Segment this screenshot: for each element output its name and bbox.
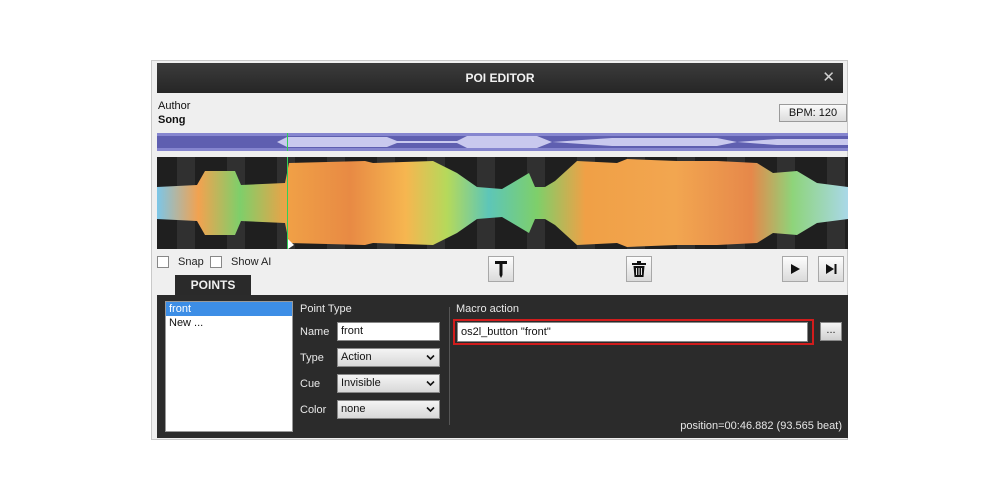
skip-forward-icon [826, 264, 837, 274]
type-select[interactable]: Action [337, 348, 440, 367]
song-title: Song [158, 114, 186, 126]
snap-label: Snap [178, 256, 204, 268]
close-icon[interactable]: ✕ [822, 68, 835, 86]
add-marker-button[interactable] [488, 256, 514, 282]
chevron-down-icon [426, 380, 435, 387]
macro-action-field[interactable]: os2l_button "front" [457, 322, 808, 342]
position-readout: position=00:46.882 (93.565 beat) [680, 420, 842, 432]
list-item[interactable]: New ... [166, 316, 292, 330]
color-select-value: none [341, 403, 366, 415]
cue-select-value: Invisible [341, 377, 381, 389]
cue-select[interactable]: Invisible [337, 374, 440, 393]
list-item[interactable]: front [166, 302, 292, 316]
macro-action-label: Macro action [456, 303, 519, 315]
name-label: Name [300, 326, 330, 338]
color-select[interactable]: none [337, 400, 440, 419]
show-ai-label: Show AI [231, 256, 272, 268]
tab-points[interactable]: POINTS [175, 275, 251, 295]
snap-checkbox[interactable] [157, 256, 169, 268]
show-ai-checkbox[interactable] [210, 256, 222, 268]
author-label: Author [158, 100, 191, 112]
bpm-button[interactable]: BPM: 120 [779, 104, 847, 122]
name-field[interactable]: front [337, 322, 440, 341]
trash-icon [632, 261, 646, 277]
divider [449, 307, 450, 425]
point-type-heading: Point Type [300, 303, 352, 315]
marker-icon [495, 261, 507, 278]
type-select-value: Action [341, 351, 372, 363]
points-panel: front New ... Point Type Name front Type… [157, 295, 848, 438]
delete-point-button[interactable] [626, 256, 652, 282]
window-title: POI EDITOR [465, 71, 535, 85]
play-button[interactable] [782, 256, 808, 282]
cue-label: Cue [300, 378, 321, 390]
play-icon [791, 264, 800, 274]
poi-editor-window: POI EDITOR ✕ Author Song BPM: 120 Snap S… [151, 60, 848, 440]
color-label: Color [300, 404, 327, 416]
chevron-down-icon [426, 406, 435, 413]
macro-browse-button[interactable]: ... [820, 322, 842, 341]
title-bar[interactable]: POI EDITOR ✕ [157, 63, 843, 93]
chevron-down-icon [426, 354, 435, 361]
skip-forward-button[interactable] [818, 256, 844, 282]
overview-waveform[interactable] [157, 133, 848, 151]
points-list[interactable]: front New ... [165, 301, 293, 432]
main-waveform[interactable] [157, 157, 848, 249]
type-label: Type [300, 352, 324, 364]
